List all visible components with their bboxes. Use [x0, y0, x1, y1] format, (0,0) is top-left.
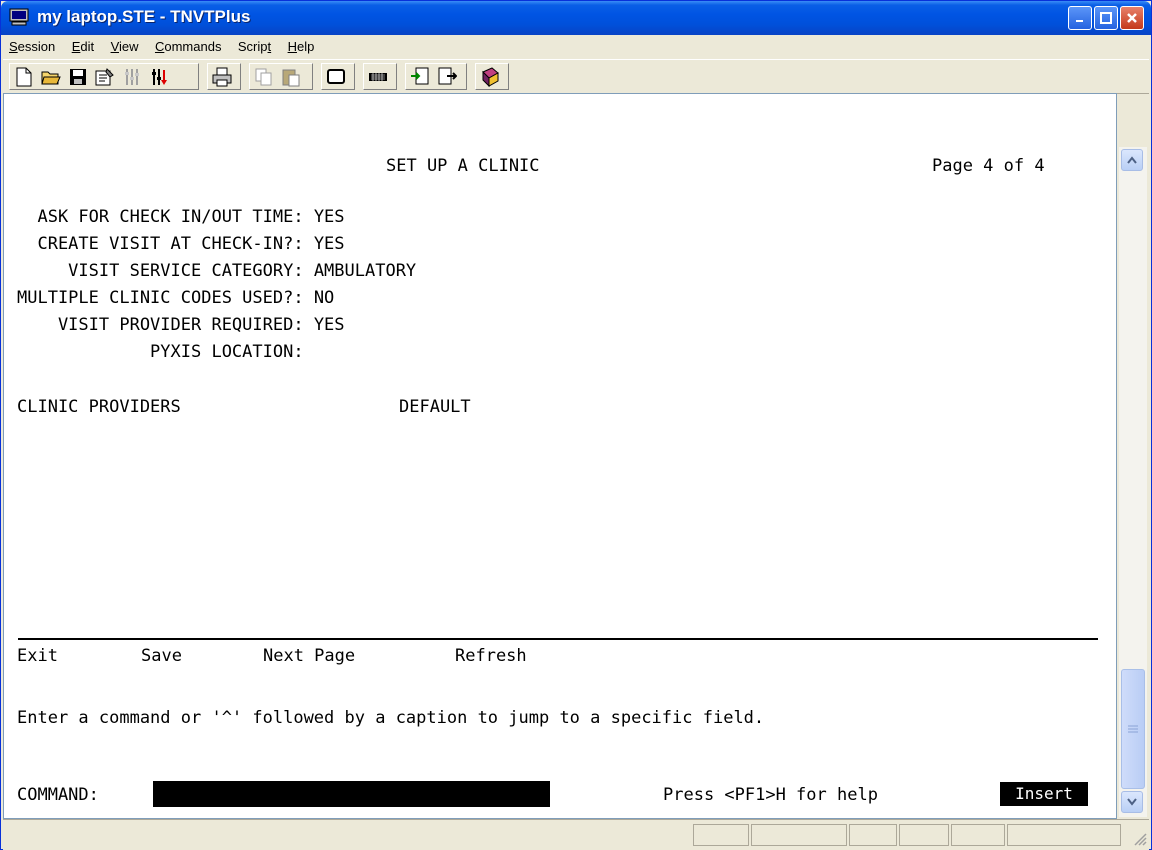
- status-pane: [951, 824, 1005, 846]
- command-area-divider: [18, 638, 1098, 640]
- paste-icon[interactable]: [277, 64, 304, 89]
- application-window: my laptop.STE - TNVTPlus Session Edit Vi…: [0, 0, 1152, 850]
- menu-label: iew: [119, 39, 139, 54]
- default-header: DEFAULT: [399, 397, 471, 417]
- command-refresh[interactable]: Refresh: [455, 646, 527, 666]
- resize-grip-icon[interactable]: [1131, 830, 1147, 846]
- menu-label: ession: [17, 39, 56, 54]
- scroll-down-button[interactable]: [1121, 791, 1143, 813]
- copy-icon[interactable]: [250, 64, 277, 89]
- field-label: ASK FOR CHECK IN/OUT TIME:: [17, 207, 304, 227]
- menu-accel: V: [110, 39, 119, 54]
- vertical-scrollbar[interactable]: [1119, 147, 1147, 817]
- chevron-up-icon: [1127, 156, 1137, 164]
- toolbar-group-print: [207, 63, 241, 90]
- insert-mode-indicator: Insert: [1000, 782, 1088, 806]
- window-title: my laptop.STE - TNVTPlus: [37, 7, 251, 26]
- help-book-icon[interactable]: [476, 64, 503, 89]
- menu-commands[interactable]: Commands: [149, 35, 227, 54]
- field-value: AMBULATORY: [303, 261, 417, 281]
- field-value: YES: [303, 234, 345, 254]
- menu-view[interactable]: View: [105, 35, 145, 54]
- connect-icon[interactable]: [145, 64, 172, 89]
- open-folder-icon[interactable]: [37, 64, 64, 89]
- command-save[interactable]: Save: [141, 646, 182, 666]
- field-label: VISIT SERVICE CATEGORY:: [17, 261, 304, 281]
- grip-icon: [1128, 725, 1138, 733]
- field-row[interactable]: ASK FOR CHECK IN/OUT TIME: YES: [17, 207, 345, 227]
- field-row[interactable]: PYXIS LOCATION:: [17, 342, 304, 362]
- page-indicator: Page 4 of 4: [932, 156, 1045, 176]
- receive-file-icon[interactable]: [406, 64, 433, 89]
- screen-icon[interactable]: [322, 64, 349, 89]
- toolbar-group-screen: [321, 63, 355, 90]
- screen-title: SET UP A CLINIC: [386, 156, 540, 176]
- maximize-button[interactable]: [1094, 6, 1118, 30]
- status-pane: [899, 824, 949, 846]
- keyboard-icon[interactable]: [364, 64, 391, 89]
- toolbar-group-file: [9, 63, 199, 90]
- toolbar-group-transfer: [405, 63, 467, 90]
- menu-label: elp: [296, 39, 315, 54]
- disconnect-icon[interactable]: [118, 64, 145, 89]
- menu-session[interactable]: Session: [3, 35, 61, 54]
- send-file-icon[interactable]: [433, 64, 460, 89]
- menu-label: ommands: [164, 39, 222, 54]
- chevron-down-icon: [1127, 798, 1137, 806]
- properties-icon[interactable]: [91, 64, 118, 89]
- status-pane: [693, 824, 749, 846]
- field-value: YES: [303, 315, 345, 335]
- save-disk-icon[interactable]: [64, 64, 91, 89]
- field-value: YES: [303, 207, 345, 227]
- status-bar: [3, 819, 1149, 850]
- minimize-button[interactable]: [1068, 6, 1092, 30]
- field-row[interactable]: MULTIPLE CLINIC CODES USED?: NO: [17, 288, 334, 308]
- title-bar[interactable]: my laptop.STE - TNVTPlus: [1, 1, 1151, 35]
- field-label: CREATE VISIT AT CHECK-IN?:: [17, 234, 304, 254]
- status-pane: [751, 824, 847, 846]
- toolbar: [3, 59, 1149, 94]
- terminal-app-icon: [9, 8, 29, 26]
- menu-bar: Session Edit View Commands Script Help: [3, 35, 1149, 59]
- providers-header: CLINIC PROVIDERS: [17, 397, 181, 417]
- toolbar-group-help: [475, 63, 509, 90]
- field-label: VISIT PROVIDER REQUIRED:: [17, 315, 304, 335]
- command-label: COMMAND:: [17, 785, 99, 805]
- command-input[interactable]: [153, 781, 550, 807]
- scroll-up-button[interactable]: [1121, 149, 1143, 171]
- instruction-text: Enter a command or '^' followed by a cap…: [17, 708, 765, 728]
- menu-accel: C: [154, 39, 165, 54]
- field-value: NO: [303, 288, 335, 308]
- new-file-icon[interactable]: [10, 64, 37, 89]
- field-label: PYXIS LOCATION:: [17, 342, 304, 362]
- command-next-page[interactable]: Next Page: [263, 646, 355, 666]
- field-row[interactable]: VISIT PROVIDER REQUIRED: YES: [17, 315, 345, 335]
- menu-accel: H: [287, 39, 297, 54]
- menu-script[interactable]: Script: [232, 35, 277, 54]
- menu-label: Scrip: [237, 39, 268, 54]
- menu-accel: t: [267, 39, 272, 54]
- menu-edit[interactable]: Edit: [66, 35, 100, 54]
- status-pane: [1007, 824, 1121, 846]
- status-pane: [849, 824, 897, 846]
- command-exit[interactable]: Exit: [17, 646, 58, 666]
- scroll-thumb[interactable]: [1121, 669, 1145, 789]
- field-label: MULTIPLE CLINIC CODES USED?:: [17, 288, 304, 308]
- menu-help[interactable]: Help: [282, 35, 321, 54]
- print-icon[interactable]: [208, 64, 235, 89]
- help-hint: Press <PF1>H for help: [663, 785, 878, 805]
- close-button[interactable]: [1120, 6, 1144, 30]
- field-row[interactable]: VISIT SERVICE CATEGORY: AMBULATORY: [17, 261, 416, 281]
- field-row[interactable]: CREATE VISIT AT CHECK-IN?: YES: [17, 234, 345, 254]
- menu-label: dit: [80, 39, 95, 54]
- toolbar-group-keyboard: [363, 63, 397, 90]
- menu-accel: S: [9, 39, 18, 54]
- toolbar-group-clipboard: [249, 63, 313, 90]
